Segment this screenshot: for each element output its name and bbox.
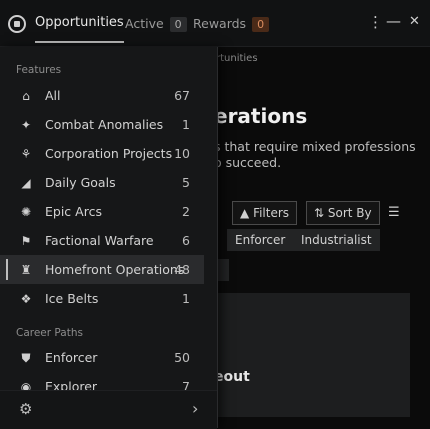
arcs-icon: ✺	[20, 205, 32, 219]
breadcrumb[interactable]: rtunities	[216, 53, 258, 64]
title-bar: Opportunities Active 0 Rewards 0 ⋮ — ✕	[0, 0, 430, 47]
menu-item-factional-warfare[interactable]: ⚑ Factional Warfare 6	[0, 226, 204, 255]
menu-item-daily-goals[interactable]: ◢ Daily Goals 5	[0, 168, 204, 197]
tab-opportunities[interactable]: Opportunities	[35, 15, 124, 43]
menu-item-label: All	[45, 88, 61, 103]
combat-icon: ✦	[20, 118, 32, 132]
page-description-line: s that require mixed professions	[214, 139, 416, 154]
menu-item-ice-belts[interactable]: ❖ Ice Belts 1	[0, 284, 204, 313]
menu-item-label: Factional Warfare	[45, 233, 154, 248]
flag-icon: ⚑	[20, 234, 32, 248]
filters-button[interactable]: ▲ Filters	[232, 201, 298, 225]
opportunities-logo-icon	[8, 15, 26, 33]
menu-item-count: 5	[182, 175, 190, 190]
ice-icon: ❖	[20, 292, 32, 306]
home-icon: ⌂	[22, 89, 30, 103]
goals-icon: ◢	[21, 176, 31, 190]
active-count-badge: 0	[169, 17, 187, 32]
sort-by-label: Sort By	[327, 206, 372, 220]
menu-item-epic-arcs[interactable]: ✺ Epic Arcs 2	[0, 197, 204, 226]
menu-item-homefront-operations[interactable]: ♜ Homefront Operations 48	[0, 255, 204, 284]
chevron-up-icon: ▲	[240, 206, 250, 220]
tab-active[interactable]: Active 0	[125, 16, 187, 32]
menu-item-count: 6	[182, 233, 190, 248]
menu-item-count: 10	[174, 146, 190, 161]
sort-icon: ⇅	[314, 206, 325, 220]
tab-active-label: Active	[125, 16, 164, 31]
minimize-icon[interactable]: —	[386, 12, 401, 30]
category-dropdown-menu: Features ⌂ All 67 ✦ Combat Anomalies 1 ⚘…	[0, 47, 218, 429]
menu-footer: ⚙ ›	[0, 390, 217, 429]
menu-item-label: Corporation Projects	[45, 146, 173, 161]
rewards-count-badge: 0	[252, 17, 270, 32]
menu-item-count: 50	[174, 350, 190, 365]
menu-item-all[interactable]: ⌂ All 67	[0, 81, 204, 110]
list-view-icon[interactable]: ☰	[388, 205, 400, 220]
menu-item-corporation-projects[interactable]: ⚘ Corporation Projects 10	[0, 139, 204, 168]
homefront-icon: ♜	[20, 263, 32, 277]
page-description-line: o succeed.	[214, 155, 282, 170]
shield-icon: ⛊	[21, 351, 31, 365]
card-title: eout	[214, 369, 250, 385]
corp-icon: ⚘	[20, 147, 32, 161]
menu-item-count: 1	[182, 291, 190, 306]
menu-item-label: Epic Arcs	[45, 204, 102, 219]
menu-item-label: Homefront Operations	[45, 262, 185, 277]
tab-rewards-label: Rewards	[193, 16, 247, 31]
tab-rewards[interactable]: Rewards 0	[193, 16, 270, 32]
menu-item-label: Ice Belts	[45, 291, 99, 306]
menu-item-enforcer[interactable]: ⛊ Enforcer 50	[0, 343, 204, 372]
menu-item-count: 48	[174, 262, 190, 277]
filter-chip-enforcer[interactable]: Enforcer	[227, 229, 294, 251]
opportunity-card[interactable]	[216, 293, 410, 417]
menu-item-combat-anomalies[interactable]: ✦ Combat Anomalies 1	[0, 110, 204, 139]
sort-by-button[interactable]: ⇅ Sort By	[306, 201, 380, 225]
page-title: erations	[214, 104, 308, 128]
menu-item-count: 67	[174, 88, 190, 103]
page-description: s that require mixed professions o succe…	[214, 139, 416, 171]
more-options-icon[interactable]: ⋮	[368, 13, 383, 31]
filter-chip-industrialist[interactable]: Industrialist	[293, 229, 380, 251]
gear-icon[interactable]: ⚙	[19, 400, 32, 418]
menu-item-count: 1	[182, 117, 190, 132]
menu-item-count: 2	[182, 204, 190, 219]
menu-item-label: Daily Goals	[45, 175, 116, 190]
menu-item-label: Combat Anomalies	[45, 117, 164, 132]
close-icon[interactable]: ✕	[409, 14, 420, 29]
menu-item-label: Enforcer	[45, 350, 98, 365]
career-paths-heading: Career Paths	[16, 327, 83, 339]
features-heading: Features	[16, 64, 62, 76]
chevron-right-icon[interactable]: ›	[192, 399, 198, 418]
filters-label: Filters	[253, 206, 290, 220]
